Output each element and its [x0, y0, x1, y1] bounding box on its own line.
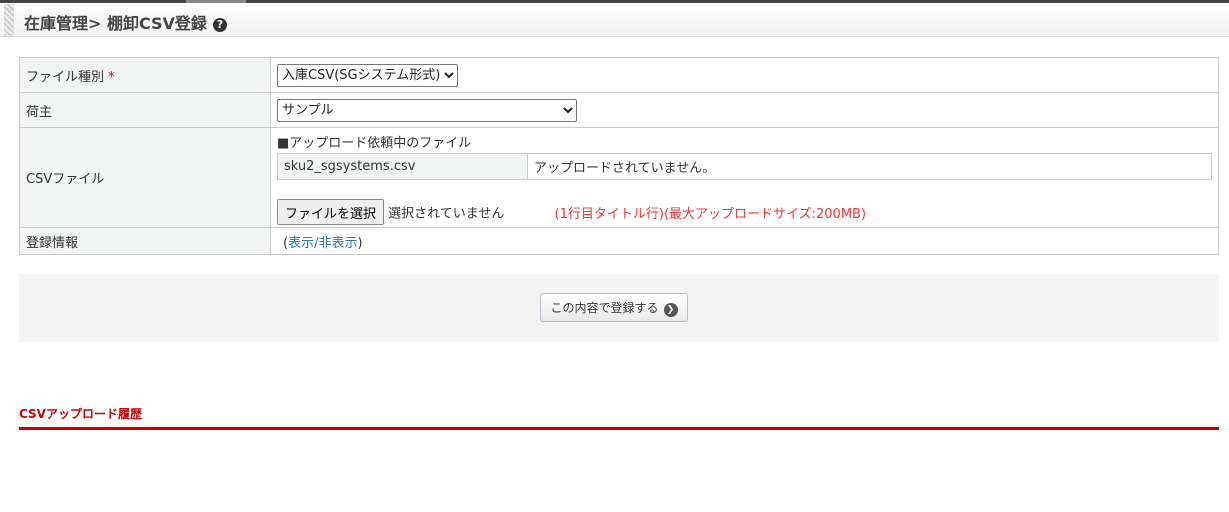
page-header: 在庫管理> 棚卸CSV登録?	[0, 3, 1229, 37]
arrow-right-icon: ❯	[663, 302, 678, 317]
pending-files-table: sku2_sgsystems.csv アップロードされていません。	[277, 153, 1212, 180]
submit-button[interactable]: この内容で登録する ❯	[540, 293, 688, 322]
reg-info-label: 登録情報	[19, 227, 271, 255]
page-title: 在庫管理> 棚卸CSV登録?	[24, 10, 227, 34]
question-circle-icon[interactable]: ?	[212, 18, 227, 32]
toggle-display-link[interactable]: 表示/非表示	[288, 236, 357, 251]
choose-file-button[interactable]: ファイルを選択	[277, 199, 385, 225]
action-bar: この内容で登録する ❯	[19, 274, 1219, 342]
header-decoration	[4, 4, 14, 36]
file-type-label: ファイル種別 *	[19, 57, 271, 93]
upload-note: (1行目タイトル行)(最大アップロードサイズ:200MB)	[554, 206, 867, 222]
pending-file-name: sku2_sgsystems.csv	[277, 153, 528, 180]
csv-file-label: CSVファイル	[19, 127, 271, 228]
file-type-select[interactable]: 入庫CSV(SGシステム形式)	[277, 63, 458, 87]
pending-file-status: アップロードされていません。	[527, 153, 1212, 180]
history-heading: CSVアップロード履歴	[19, 405, 1219, 430]
owner-select[interactable]: サンプル	[277, 98, 577, 122]
required-mark: *	[108, 69, 115, 85]
csv-form: ファイル種別 * 入庫CSV(SGシステム形式) 荷主 サンプル CSVファイル…	[19, 57, 1219, 255]
chosen-file-text: 選択されていません	[388, 206, 505, 222]
table-row: sku2_sgsystems.csv アップロードされていません。	[277, 153, 1212, 180]
owner-label: 荷主	[19, 92, 271, 128]
pending-heading: ■アップロード依頼中のファイル	[277, 136, 472, 151]
